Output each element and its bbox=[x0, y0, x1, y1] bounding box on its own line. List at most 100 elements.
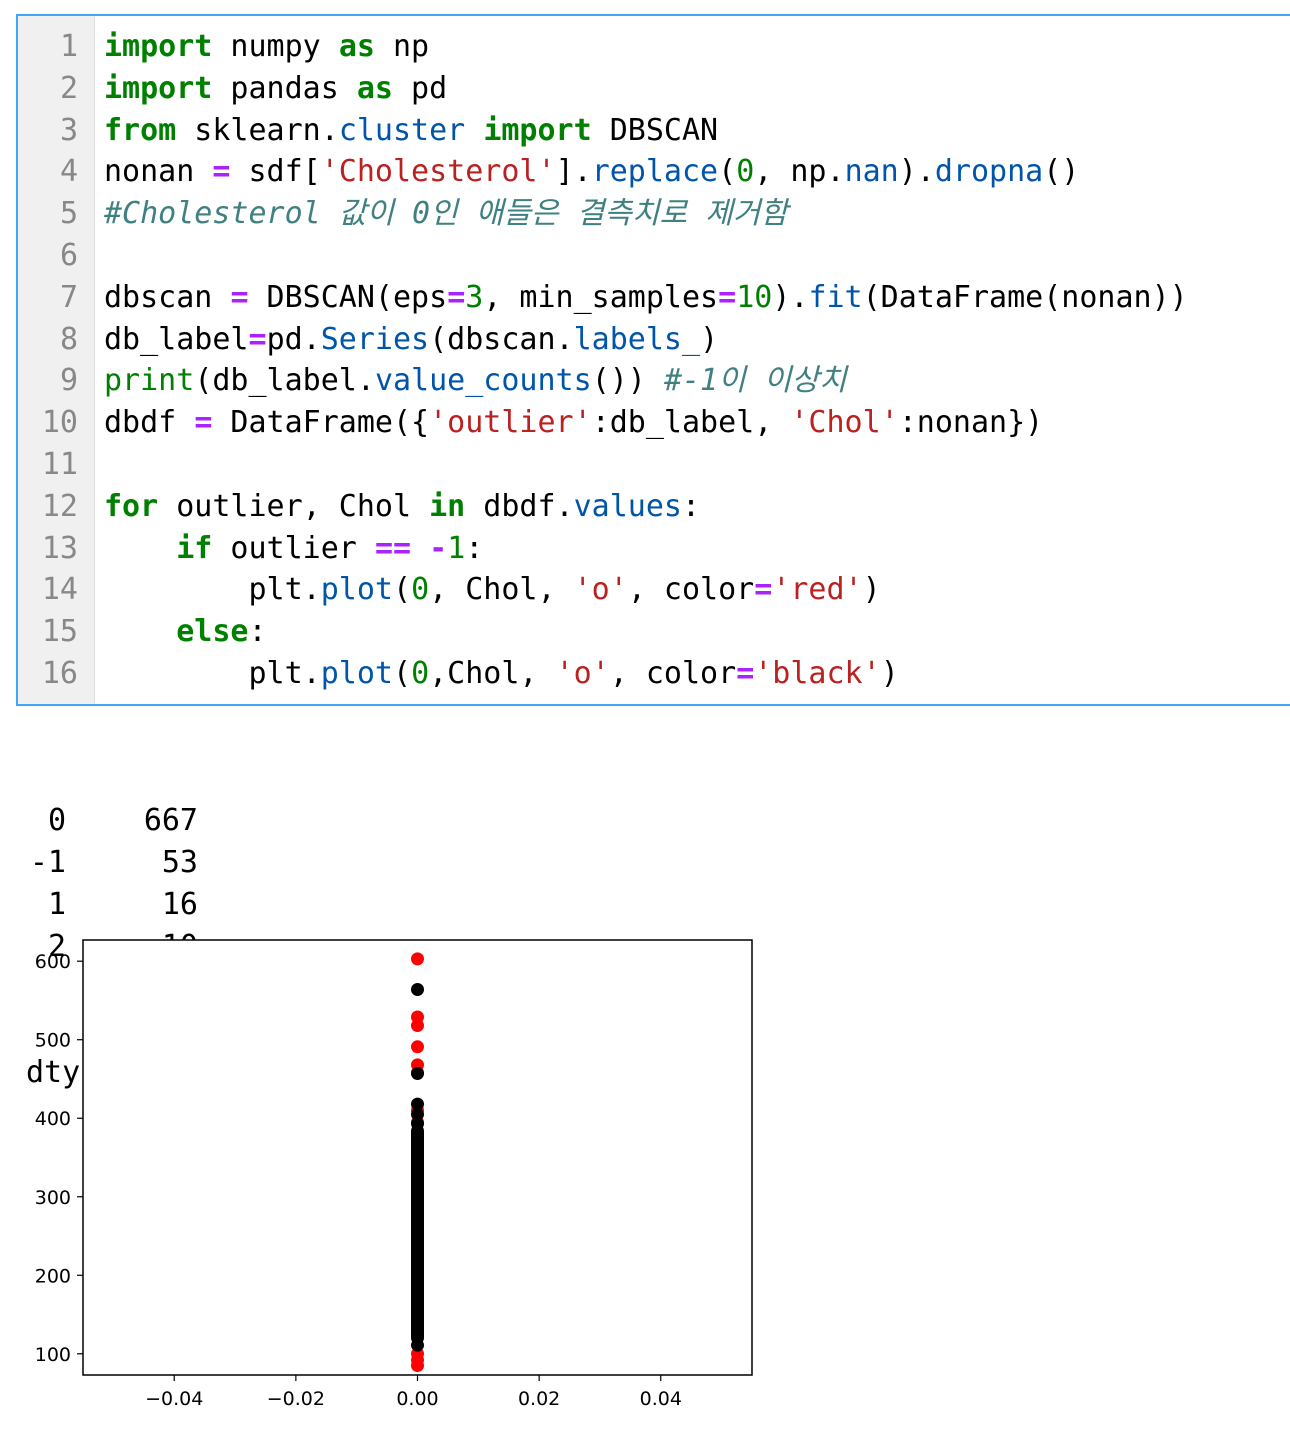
code-token: import bbox=[104, 70, 213, 106]
code-text: else: bbox=[104, 611, 267, 653]
code-token: , min_samples bbox=[483, 279, 719, 315]
code-token: (dbscan. bbox=[429, 321, 574, 357]
code-text: db_label=pd.Series(dbscan.labels_) bbox=[104, 319, 718, 361]
cluster-point bbox=[411, 982, 424, 996]
y-tick-label: 400 bbox=[35, 1108, 71, 1130]
code-text: for outlier, Chol in dbdf.values: bbox=[104, 486, 700, 528]
code-text: nonan = sdf['Cholesterol'].replace(0, np… bbox=[104, 151, 1079, 193]
code-token: ()) bbox=[591, 363, 664, 399]
code-token: (DataFrame(nonan)) bbox=[862, 279, 1188, 315]
code-token: : bbox=[465, 530, 484, 566]
code-token: 3 bbox=[465, 279, 484, 315]
code-token: 'outlier' bbox=[429, 405, 592, 441]
y-tick-label: 200 bbox=[35, 1265, 71, 1287]
code-token: , Chol, bbox=[429, 572, 574, 608]
line-number: 12 bbox=[41, 488, 78, 524]
line-number: 14 bbox=[41, 572, 78, 608]
code-text: print(db_label.value_counts()) #-1이 이상치 bbox=[104, 360, 847, 402]
code-token: nonan bbox=[104, 154, 213, 190]
code-token: = bbox=[230, 279, 249, 315]
code-token: from bbox=[104, 112, 177, 148]
code-token: , color bbox=[627, 572, 755, 608]
value-count-row: -1 53 bbox=[26, 842, 243, 884]
code-text: plt.plot(0,Chol, 'o', color='black') bbox=[104, 653, 899, 695]
outlier-point bbox=[411, 1359, 424, 1373]
outlier-point bbox=[411, 1019, 424, 1033]
code-token: plt. bbox=[104, 656, 321, 691]
code-token: 1 bbox=[447, 530, 466, 566]
code-token: 0 bbox=[411, 572, 430, 608]
code-token: dbscan bbox=[104, 279, 231, 315]
code-token: == bbox=[374, 530, 412, 566]
cluster-point bbox=[411, 1066, 424, 1080]
code-token: DBSCAN bbox=[591, 112, 719, 148]
line-number: 6 bbox=[59, 238, 78, 273]
code-token: print bbox=[104, 363, 195, 399]
line-number: 7 bbox=[59, 279, 78, 315]
line-number: 16 bbox=[41, 656, 78, 691]
code-token: = bbox=[447, 279, 466, 315]
line-number: 15 bbox=[41, 614, 78, 650]
code-token: sklearn. bbox=[176, 112, 339, 148]
code-token: , np. bbox=[754, 154, 845, 190]
cluster-point bbox=[411, 1117, 424, 1131]
code-token: plt. bbox=[104, 572, 321, 608]
code-token: 'o' bbox=[573, 572, 628, 608]
code-token: nan bbox=[844, 154, 899, 190]
cluster-label: 0 bbox=[47, 803, 66, 838]
line-number: 1 bbox=[59, 29, 78, 64]
code-token: np bbox=[374, 29, 430, 64]
line-number: 3 bbox=[59, 112, 78, 148]
code-text: import numpy as np bbox=[104, 26, 429, 68]
outlier-point bbox=[411, 952, 424, 966]
code-token: :nonan}) bbox=[898, 405, 1044, 441]
code-token: : bbox=[248, 614, 267, 650]
code-token: #-1이 이상치 bbox=[663, 363, 847, 399]
code-token: 'Cholesterol' bbox=[320, 154, 556, 190]
code-token: ). bbox=[772, 279, 809, 315]
code-token: 'red' bbox=[772, 572, 863, 608]
code-token: outlier, Chol bbox=[158, 488, 430, 524]
code-token: = bbox=[736, 656, 755, 691]
code-token: pd bbox=[393, 70, 448, 106]
code-token: import bbox=[104, 29, 213, 64]
code-token: 0 bbox=[411, 656, 430, 691]
x-tick-label: −0.04 bbox=[145, 1388, 203, 1410]
y-tick-label: 100 bbox=[35, 1344, 71, 1366]
code-cell[interactable]: 1 import numpy as np 2 import pandas as pd 3… bbox=[16, 14, 1290, 706]
code-text: if outlier == -1: bbox=[104, 528, 483, 570]
code-token: dbdf bbox=[104, 405, 195, 441]
code-token: in bbox=[429, 488, 466, 524]
code-token: pd. bbox=[266, 321, 321, 357]
code-token: ]. bbox=[555, 154, 592, 190]
code-token: for bbox=[104, 488, 159, 524]
code-token: 'black' bbox=[754, 656, 881, 691]
cluster-count: 53 bbox=[161, 845, 198, 880]
line-number: 11 bbox=[41, 447, 78, 482]
code-token: = bbox=[718, 279, 737, 315]
code-token: outlier bbox=[212, 530, 375, 566]
code-token: () bbox=[1043, 154, 1080, 190]
code-token: ) bbox=[880, 656, 899, 691]
code-token: 0 bbox=[736, 154, 755, 190]
code-token: values bbox=[573, 488, 682, 524]
y-tick-label: 300 bbox=[35, 1187, 71, 1209]
code-token: , color bbox=[609, 656, 737, 691]
dense-point-band bbox=[411, 1124, 424, 1345]
code-token: sdf[ bbox=[230, 154, 321, 190]
code-text: import pandas as pd bbox=[104, 68, 447, 110]
y-tick-label: 500 bbox=[35, 1030, 71, 1052]
code-token: DataFrame({ bbox=[212, 405, 430, 441]
x-tick-label: −0.02 bbox=[267, 1388, 325, 1410]
code-token: ( bbox=[393, 572, 412, 608]
code-token: : bbox=[682, 488, 701, 524]
code-token: :db_label, bbox=[591, 405, 791, 441]
code-token: = bbox=[194, 405, 213, 441]
code-text: dbscan = DBSCAN(eps=3, min_samples=10).f… bbox=[104, 277, 1188, 319]
value-count-row: 0 667 bbox=[26, 800, 243, 842]
code-token: replace bbox=[591, 154, 719, 190]
code-token: as bbox=[338, 29, 375, 64]
code-token: ) bbox=[862, 572, 881, 608]
